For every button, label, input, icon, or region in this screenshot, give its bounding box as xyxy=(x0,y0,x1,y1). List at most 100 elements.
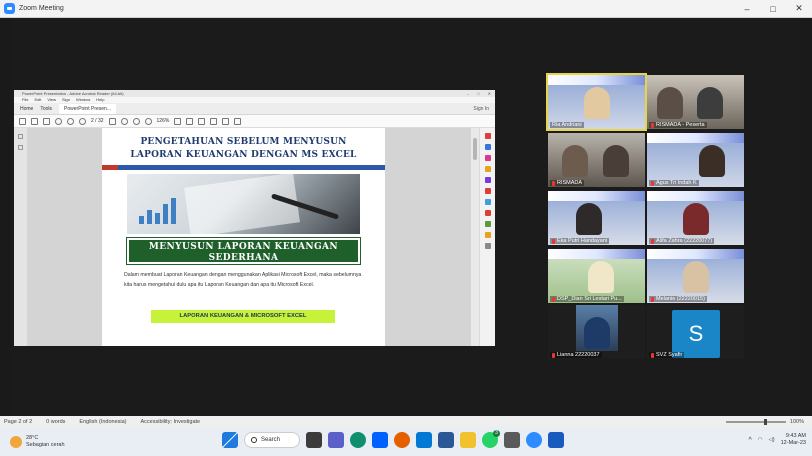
zoom-taskbar-icon[interactable] xyxy=(526,432,542,448)
menu-sign[interactable]: Sign xyxy=(62,97,70,103)
export-pdf-icon[interactable] xyxy=(484,133,491,139)
page-down-icon[interactable] xyxy=(79,117,86,125)
whatsapp-icon[interactable]: 3 xyxy=(482,430,500,448)
vertical-scrollbar[interactable] xyxy=(471,128,479,346)
close-button[interactable]: ✕ xyxy=(786,0,812,18)
text-icon[interactable] xyxy=(222,117,230,125)
mic-muted-icon xyxy=(552,296,555,302)
participant-tile[interactable]: Eka Putri Handayani xyxy=(548,191,645,245)
shared-tabs: Home Tools PowerPoint Presen... Sign In xyxy=(14,103,495,115)
participant-tile[interactable]: RISMADA xyxy=(548,133,645,187)
organize-icon[interactable] xyxy=(484,188,491,194)
mic-muted-icon xyxy=(552,180,555,186)
taskbar-apps: Search 3 xyxy=(222,430,564,448)
participant-tile[interactable]: Lianna 22220037 xyxy=(548,305,645,359)
status-language[interactable]: English (Indonesia) xyxy=(79,419,126,425)
edge-icon[interactable] xyxy=(350,432,366,448)
comment-tool-icon[interactable] xyxy=(484,166,491,172)
mail-icon[interactable] xyxy=(416,432,432,448)
minimize-button[interactable]: – xyxy=(734,0,760,18)
taskbar-search[interactable]: Search xyxy=(244,432,300,448)
search-icon xyxy=(251,437,257,443)
tab-tools[interactable]: Tools xyxy=(40,106,52,112)
search-icon[interactable] xyxy=(55,117,62,125)
slide-paragraph: Dalam membuat Laporan Keuangan dengan me… xyxy=(124,272,362,288)
participant-tile[interactable]: S SVZ Syafir xyxy=(647,305,744,359)
status-accessibility[interactable]: Accessibility: Investigate xyxy=(141,419,201,425)
page-up-icon[interactable] xyxy=(67,117,74,125)
hand-icon[interactable] xyxy=(120,117,128,125)
slide-banner: MENYUSUN LAPORAN KEUANGAN SEDERHANA xyxy=(126,237,361,265)
mic-muted-icon xyxy=(552,238,555,244)
highlight-icon[interactable] xyxy=(198,117,206,125)
zoom-out-icon[interactable] xyxy=(132,117,140,125)
dropbox-icon[interactable] xyxy=(372,432,388,448)
edit-pdf-icon[interactable] xyxy=(484,144,491,150)
shared-screen[interactable]: PowerPoint Presentation - Adobe Acrobat … xyxy=(14,90,495,346)
protect-icon[interactable] xyxy=(484,221,491,227)
store-icon[interactable] xyxy=(438,432,454,448)
slide-heading-line2: LAPORAN KEUANGAN DENGAN MS EXCEL xyxy=(130,150,357,160)
maximize-button[interactable]: □ xyxy=(760,0,786,18)
save-icon[interactable] xyxy=(31,117,38,125)
menu-edit[interactable]: Edit xyxy=(34,97,41,103)
status-page: Page 2 of 2 xyxy=(4,418,33,425)
participant-tile[interactable]: Agus Tri Indah K xyxy=(647,133,744,187)
weather-widget[interactable]: 28°C Sebagian cerah xyxy=(10,435,65,449)
draw-icon[interactable] xyxy=(210,117,218,125)
chevron-up-icon[interactable]: ^ xyxy=(748,437,751,444)
file-explorer-icon[interactable] xyxy=(460,432,476,448)
photos-icon[interactable] xyxy=(504,432,520,448)
participant-name: RISMADA xyxy=(557,180,583,186)
menu-view[interactable]: View xyxy=(47,97,56,103)
zoom-in-icon[interactable] xyxy=(144,117,152,125)
compress-icon[interactable] xyxy=(484,199,491,205)
mic-muted-icon xyxy=(651,122,654,128)
clock-time: 9:43 AM xyxy=(785,433,806,439)
menu-file[interactable]: File xyxy=(22,97,28,103)
tab-document[interactable]: PowerPoint Presen... xyxy=(59,103,116,114)
create-pdf-icon[interactable] xyxy=(484,155,491,161)
page-indicator[interactable]: 2 / 32 xyxy=(91,118,104,124)
zoom-level[interactable]: 126% xyxy=(157,118,170,124)
word-statusbar: Page 2 of 2 0 words English (Indonesia) … xyxy=(0,416,812,427)
participant-name: Alifa Zahra (22220077) xyxy=(656,238,713,244)
status-zoom[interactable]: 100% xyxy=(725,418,804,425)
tab-home[interactable]: Home xyxy=(20,106,33,112)
menu-help[interactable]: Help xyxy=(96,97,104,103)
volume-icon[interactable]: ◁) xyxy=(769,437,775,443)
sign-in-link[interactable]: Sign In xyxy=(473,106,489,112)
zoom-slider[interactable] xyxy=(725,418,786,425)
chat-icon[interactable] xyxy=(328,432,344,448)
document-page: PENGETAHUAN SEBELUM MENYUSUN LAPORAN KEU… xyxy=(102,128,385,346)
attachment-icon[interactable] xyxy=(18,145,23,150)
fit-page-icon[interactable] xyxy=(174,117,182,125)
bookmark-icon[interactable] xyxy=(18,134,23,139)
slide-heading-line1: PENGETAHUAN SEBELUM MENYUSUN xyxy=(140,137,347,147)
participant-tile[interactable]: Alifa Zahra (22220077) xyxy=(647,191,744,245)
comment-icon[interactable] xyxy=(186,117,194,125)
fill-sign-icon[interactable] xyxy=(484,232,491,238)
mic-muted-icon xyxy=(651,296,654,302)
task-view-icon[interactable] xyxy=(306,432,322,448)
more-tools-icon[interactable] xyxy=(484,243,491,249)
finance-photo xyxy=(127,174,360,234)
taskbar-clock[interactable]: 9:43 AM 12-Mar-23 xyxy=(781,433,806,447)
print-icon[interactable] xyxy=(43,117,50,125)
redact-icon[interactable] xyxy=(484,210,491,216)
select-cursor-icon[interactable] xyxy=(108,117,116,125)
document-workarea: PENGETAHUAN SEBELUM MENYUSUN LAPORAN KEU… xyxy=(14,128,495,346)
windows-start-icon[interactable] xyxy=(222,432,238,448)
participant-tile[interactable]: Melanie (22220015) xyxy=(647,249,744,303)
word-icon[interactable] xyxy=(548,432,564,448)
wifi-icon[interactable]: ◠ xyxy=(758,437,763,443)
stamp-icon[interactable] xyxy=(234,117,242,125)
menu-window[interactable]: Window xyxy=(76,97,90,103)
participant-name: RISMADA - Peserta xyxy=(656,122,705,128)
create-icon[interactable] xyxy=(19,117,26,125)
participant-tile[interactable]: Ria Andriani xyxy=(546,73,647,131)
firefox-icon[interactable] xyxy=(394,432,410,448)
participant-tile[interactable]: DSP_Dian Sri Lestari Pu... xyxy=(548,249,645,303)
participant-tile[interactable]: RISMADA - Peserta xyxy=(647,75,744,129)
combine-icon[interactable] xyxy=(484,177,491,183)
